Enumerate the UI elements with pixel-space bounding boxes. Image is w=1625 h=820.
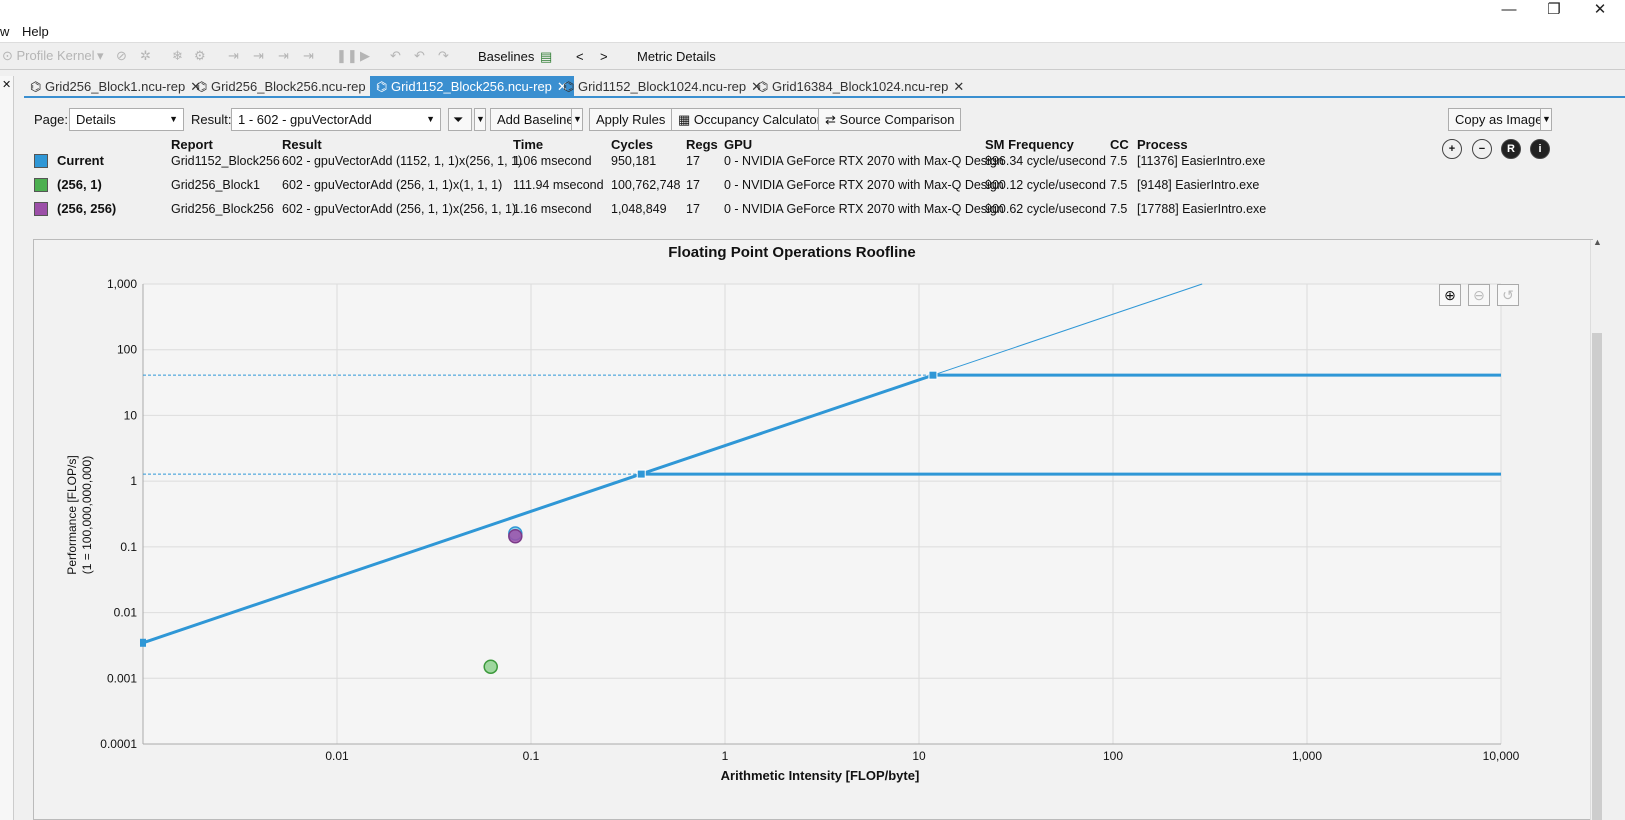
y-axis-sublabel: (1 = 100,000,000,000): [80, 456, 94, 574]
y-tick-label: 0.01: [114, 606, 138, 620]
data-point: [483, 659, 498, 674]
y-axis-label: Performance [FLOP/s]: [65, 455, 79, 574]
scrollbar-thumb[interactable]: [1592, 333, 1602, 820]
x-tick-label: 0.01: [325, 749, 349, 763]
x-tick-label: 10: [912, 749, 926, 763]
zoom-reset-icon[interactable]: ↺: [1497, 284, 1519, 306]
x-tick-label: 10,000: [1483, 749, 1520, 763]
roofline-chart: 0.01 0.1 1 10 100 1,000 10,000 1,000 100 10 1 0.1 0.…: [65, 244, 1520, 783]
ridge-point-marker: [636, 469, 646, 479]
zoom-out-icon[interactable]: ⊖: [1468, 284, 1490, 306]
y-tick-label: 1: [130, 474, 137, 488]
chart-title: Floating Point Operations Roofline: [668, 244, 916, 261]
zoom-in-icon[interactable]: ⊕: [1439, 284, 1461, 306]
roof-start-marker: [140, 638, 146, 647]
data-point: [508, 529, 523, 544]
y-tick-label: 1,000: [107, 277, 137, 291]
y-tick-label: 0.1: [120, 540, 137, 554]
y-tick-label: 100: [117, 343, 137, 357]
plot-area: [143, 284, 1501, 744]
x-axis-label: Arithmetic Intensity [FLOP/byte]: [721, 768, 920, 783]
scroll-up-icon[interactable]: ▲: [1593, 237, 1602, 247]
x-tick-label: 1,000: [1292, 749, 1322, 763]
y-tick-label: 0.0001: [100, 737, 137, 751]
y-tick-label: 0.001: [107, 671, 137, 685]
x-tick-label: 100: [1103, 749, 1123, 763]
ridge-point-marker: [928, 370, 938, 380]
x-tick-label: 1: [722, 749, 729, 763]
x-tick-label: 0.1: [523, 749, 540, 763]
y-tick-label: 10: [124, 408, 138, 422]
